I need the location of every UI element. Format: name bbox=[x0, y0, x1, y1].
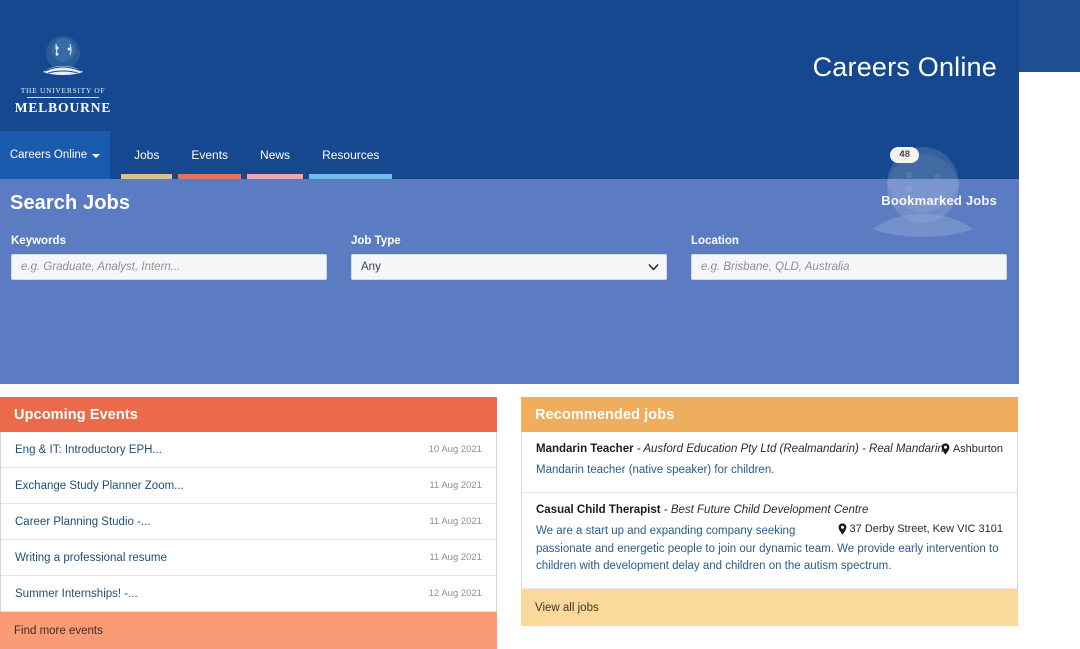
nav-item-news[interactable]: News bbox=[244, 131, 306, 179]
recommended-jobs-list: Mandarin Teacher - Ausford Education Pty… bbox=[521, 432, 1018, 590]
site-title: Careers Online bbox=[812, 52, 997, 82]
job-heading: Mandarin Teacher - Ausford Education Pty… bbox=[536, 442, 1003, 457]
event-title[interactable]: Exchange Study Planner Zoom... bbox=[15, 480, 184, 492]
nav-item-label: Resources bbox=[322, 148, 380, 162]
nav-item-events[interactable]: Events bbox=[175, 131, 244, 179]
main-navbar: Careers Online Jobs Events News Resource… bbox=[0, 131, 1019, 179]
bookmarked-jobs-badge-wrap[interactable]: 48 bbox=[890, 131, 919, 179]
recommended-jobs-title: Recommended jobs bbox=[521, 397, 1018, 432]
job-location: 37 Derby Street, Kew VIC 3101 bbox=[838, 523, 1003, 535]
nav-brand-label: Careers Online bbox=[9, 149, 88, 161]
location-label: Location bbox=[691, 235, 739, 247]
view-all-jobs-link[interactable]: View all jobs bbox=[521, 589, 1018, 627]
job-title[interactable]: Casual Child Therapist bbox=[536, 504, 661, 516]
job-location-text: 37 Derby Street, Kew VIC 3101 bbox=[849, 522, 1003, 535]
logo-line-melbourne: MELBOURNE bbox=[14, 100, 112, 115]
find-more-events-link[interactable]: Find more events bbox=[0, 612, 497, 649]
event-title[interactable]: Writing a professional resume bbox=[15, 552, 167, 564]
nav-item-label: News bbox=[260, 148, 291, 162]
nav-item-list: Jobs Events News Resources bbox=[118, 131, 395, 179]
location-pin-icon bbox=[838, 523, 846, 535]
job-list-item[interactable]: Casual Child Therapist - Best Future Chi… bbox=[522, 493, 1017, 590]
event-date: 11 Aug 2021 bbox=[429, 480, 482, 491]
event-date: 11 Aug 2021 bbox=[429, 516, 482, 527]
job-location-text: Ashburton bbox=[952, 443, 1003, 455]
event-list-item[interactable]: Exchange Study Planner Zoom... 11 Aug 202… bbox=[1, 468, 496, 504]
upcoming-events-title: Upcoming Events bbox=[0, 397, 497, 432]
event-list-item[interactable]: Eng & IT: Introductory EPH... 10 Aug 2021 bbox=[1, 432, 496, 468]
event-list-item[interactable]: Summer Internships! -... 12 Aug 2021 bbox=[1, 576, 496, 612]
event-date: 11 Aug 2021 bbox=[429, 552, 482, 563]
event-title[interactable]: Career Planning Studio -... bbox=[15, 516, 151, 528]
brand-header: THE UNIVERSITY OF MELBOURNE Careers Onli… bbox=[0, 0, 1019, 131]
header-corner-block bbox=[1019, 0, 1080, 72]
recommended-jobs-card: Recommended jobs Mandarin Teacher - Ausf… bbox=[521, 397, 1018, 649]
location-input[interactable] bbox=[691, 254, 1007, 280]
careers-online-page: THE UNIVERSITY OF MELBOURNE Careers Onli… bbox=[0, 0, 1080, 649]
search-input[interactable] bbox=[11, 254, 327, 280]
nav-item-label: Events bbox=[191, 148, 229, 162]
event-title[interactable]: Eng & IT: Introductory EPH... bbox=[15, 444, 162, 456]
job-employer: - Ausford Education Pty Ltd (Realmandari… bbox=[633, 443, 944, 455]
page-title: Search Jobs bbox=[10, 192, 131, 214]
location-pin-icon bbox=[941, 443, 950, 455]
keywords-label: Keywords bbox=[11, 235, 66, 247]
event-list-item[interactable]: Writing a professional resume 11 Aug 2021 bbox=[1, 540, 496, 576]
event-date: 12 Aug 2021 bbox=[428, 588, 482, 599]
event-date: 10 Aug 2021 bbox=[428, 444, 482, 455]
job-location: Ashburton bbox=[941, 443, 1003, 455]
job-list-item[interactable]: Mandarin Teacher - Ausford Education Pty… bbox=[522, 432, 1017, 493]
nav-brand-dropdown[interactable]: Careers Online bbox=[0, 131, 110, 179]
event-list-item[interactable]: Career Planning Studio -... 11 Aug 2021 bbox=[1, 504, 496, 540]
job-description: Mandarin teacher (native speaker) for ch… bbox=[536, 463, 775, 476]
jobtype-select[interactable]: Any bbox=[351, 254, 667, 280]
logo-line-university: THE UNIVERSITY OF bbox=[20, 86, 106, 95]
jobtype-label: Job Type bbox=[351, 235, 401, 247]
bookmarked-jobs-label[interactable]: Bookmarked Jobs bbox=[881, 193, 997, 208]
chevron-down-icon bbox=[92, 154, 101, 158]
nav-item-jobs[interactable]: Jobs bbox=[118, 131, 175, 179]
job-employer: - Best Future Child Development Centre bbox=[660, 503, 869, 516]
nav-item-resources[interactable]: Resources bbox=[306, 131, 395, 179]
logo-divider bbox=[27, 97, 99, 98]
university-crest-icon bbox=[37, 33, 89, 83]
nav-item-label: Jobs bbox=[134, 148, 160, 162]
event-title[interactable]: Summer Internships! -... bbox=[15, 588, 138, 600]
status-badge: 48 bbox=[890, 147, 919, 163]
job-heading: Casual Child Therapist - Best Future Chi… bbox=[536, 503, 1003, 518]
job-title[interactable]: Mandarin Teacher bbox=[536, 443, 634, 455]
upcoming-events-card: Upcoming Events Eng & IT: Introductory E… bbox=[0, 397, 497, 649]
university-logo[interactable]: THE UNIVERSITY OF MELBOURNE bbox=[15, 22, 110, 116]
upcoming-events-list: Eng & IT: Introductory EPH... 10 Aug 2021… bbox=[0, 432, 497, 612]
search-jobs-panel: Bookmarked Jobs Search Jobs Keywords Job… bbox=[0, 147, 1019, 535]
